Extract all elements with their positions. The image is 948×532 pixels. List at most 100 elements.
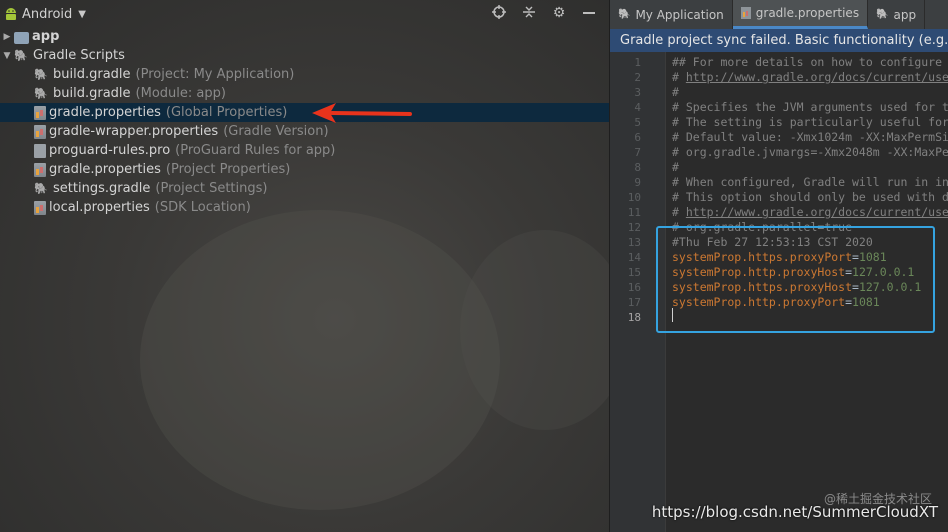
code-line[interactable]: # When configured, Gradle will run in in bbox=[672, 175, 948, 189]
gear-icon[interactable]: ⚙ bbox=[551, 5, 567, 21]
code-token-comment: # This option should only be used with d bbox=[672, 190, 948, 204]
line-number: 7 bbox=[634, 146, 641, 159]
properties-file-icon bbox=[34, 125, 46, 139]
code-token-link: http://www.gradle.org/docs/current/use bbox=[685, 205, 948, 219]
tree-item[interactable]: gradle.properties (Global Properties) bbox=[0, 103, 609, 122]
expand-arrow-icon[interactable]: ▼ bbox=[2, 51, 12, 61]
code-token-comment: # Specifies the JVM arguments used for t bbox=[672, 100, 948, 114]
tree-item-hint: (Global Properties) bbox=[165, 105, 288, 120]
proguard-file-icon bbox=[34, 144, 46, 158]
tree-item[interactable]: 🐘 build.gradle (Project: My Application) bbox=[0, 65, 609, 84]
properties-file-icon bbox=[34, 201, 46, 215]
tree-item-label: gradle-wrapper.properties bbox=[49, 124, 219, 139]
collapse-arrow-icon[interactable]: ▶ bbox=[2, 32, 12, 42]
tree-item-hint: (ProGuard Rules for app) bbox=[175, 143, 336, 158]
line-number: 14 bbox=[627, 251, 641, 264]
gradle-icon: 🐘 bbox=[14, 48, 28, 62]
line-number: 6 bbox=[634, 131, 641, 144]
code-line[interactable]: # bbox=[672, 160, 679, 174]
tree-item[interactable]: gradle.properties (Project Properties) bbox=[0, 160, 609, 179]
line-number: 9 bbox=[634, 176, 641, 189]
collapse-all-icon[interactable] bbox=[521, 5, 537, 21]
line-number: 12 bbox=[627, 221, 641, 234]
gradle-icon: 🐘 bbox=[876, 9, 889, 20]
line-number: 16 bbox=[627, 281, 641, 294]
chevron-down-icon[interactable]: ▼ bbox=[78, 9, 86, 20]
tree-item-hint: (Gradle Version) bbox=[223, 124, 329, 139]
line-number: 15 bbox=[627, 266, 641, 279]
code-line[interactable]: # http://www.gradle.org/docs/current/use bbox=[672, 205, 948, 219]
gradle-icon: 🐘 bbox=[34, 181, 48, 195]
locate-target-icon[interactable] bbox=[491, 5, 507, 21]
tree-item-label: Gradle Scripts bbox=[33, 48, 125, 63]
code-line[interactable]: # Specifies the JVM arguments used for t bbox=[672, 100, 948, 114]
line-number: 10 bbox=[627, 191, 641, 204]
code-token-comment: # bbox=[672, 85, 679, 99]
line-number: 1 bbox=[634, 56, 641, 69]
background-blur bbox=[140, 210, 500, 510]
editor-tab[interactable]: 🐘 My Application bbox=[610, 0, 733, 29]
editor-tab[interactable]: 🐘 app bbox=[868, 0, 926, 29]
url-watermark: https://blog.csdn.net/SummerCloudXT bbox=[651, 503, 938, 521]
line-number: 4 bbox=[634, 101, 641, 114]
annotation-highlight-box bbox=[656, 226, 935, 333]
tree-item-label: app bbox=[32, 29, 60, 44]
line-number: 2 bbox=[634, 71, 641, 84]
line-number: 18 bbox=[627, 311, 641, 324]
tree-item-hint: (Project Properties) bbox=[165, 162, 291, 177]
editor-pane: 🐘 My Application gradle.properties 🐘 app Gra… bbox=[609, 0, 948, 532]
tree-item[interactable]: ▶ app bbox=[0, 27, 609, 46]
tree-item-label: gradle.properties bbox=[49, 105, 161, 120]
tree-item-label: gradle.properties bbox=[49, 162, 161, 177]
code-line[interactable]: ## For more details on how to configure bbox=[672, 55, 942, 69]
tree-item[interactable]: local.properties (SDK Location) bbox=[0, 198, 609, 217]
code-token-comment: ## For more details on how to configure bbox=[672, 55, 943, 69]
code-line[interactable]: # This option should only be used with d bbox=[672, 190, 948, 204]
code-line[interactable]: # Default value: -Xmx1024m -XX:MaxPermSi bbox=[672, 130, 948, 144]
line-number: 3 bbox=[634, 86, 641, 99]
code-line[interactable]: # org.gradle.jvmargs=-Xmx2048m -XX:MaxPe bbox=[672, 145, 948, 159]
code-token-comment: # org.gradle.jvmargs=-Xmx2048m -XX:MaxPe bbox=[672, 145, 948, 159]
code-token-comment: # Default value: -Xmx1024m -XX:MaxPermSi bbox=[672, 130, 948, 144]
line-number: 5 bbox=[634, 116, 641, 129]
tree-item[interactable]: proguard-rules.pro (ProGuard Rules for ap… bbox=[0, 141, 609, 160]
tree-item-hint: (Project Settings) bbox=[155, 181, 268, 196]
code-line[interactable]: # bbox=[672, 85, 679, 99]
code-token-comment: # bbox=[672, 160, 679, 174]
tree-item[interactable]: 🐘 settings.gradle (Project Settings) bbox=[0, 179, 609, 198]
tree-item[interactable]: ▼ 🐘 Gradle Scripts bbox=[0, 46, 609, 65]
tree-item-label: local.properties bbox=[49, 200, 150, 215]
code-token-comment: # The setting is particularly useful for bbox=[672, 115, 948, 129]
tree-item[interactable]: gradle-wrapper.properties (Gradle Version… bbox=[0, 122, 609, 141]
editor-tab[interactable]: gradle.properties bbox=[732, 0, 869, 29]
line-number: 17 bbox=[627, 296, 641, 309]
gradle-icon: 🐘 bbox=[34, 86, 48, 100]
project-view-selector[interactable]: Android bbox=[22, 7, 72, 22]
code-line[interactable]: # http://www.gradle.org/docs/current/use bbox=[672, 70, 948, 84]
gradle-icon: 🐘 bbox=[618, 9, 631, 20]
properties-file-icon bbox=[34, 163, 46, 177]
properties-file-icon bbox=[34, 106, 46, 120]
editor-tab-label: app bbox=[893, 7, 917, 22]
code-token-comment: # When configured, Gradle will run in in bbox=[672, 175, 948, 189]
tree-item-hint: (Module: app) bbox=[135, 86, 226, 101]
project-tool-window: Android ▼ ⚙ ▶ app ▼ 🐘 Gradle Scripts 🐘 build.g… bbox=[0, 0, 609, 532]
sync-banner-text: Gradle project sync failed. Basic functi… bbox=[620, 33, 948, 48]
folder-icon bbox=[14, 31, 29, 44]
annotation-arrow bbox=[312, 103, 412, 123]
code-line[interactable]: # The setting is particularly useful for bbox=[672, 115, 948, 129]
tree-item-label: build.gradle bbox=[53, 67, 131, 82]
android-icon bbox=[6, 8, 16, 20]
line-number: 11 bbox=[627, 206, 641, 219]
editor-tab-label: My Application bbox=[635, 7, 724, 22]
properties-file-icon bbox=[740, 7, 751, 19]
gradle-icon: 🐘 bbox=[34, 67, 48, 81]
tree-item-hint: (SDK Location) bbox=[154, 200, 251, 215]
editor-tab-label: gradle.properties bbox=[755, 6, 860, 20]
tree-item-hint: (Project: My Application) bbox=[135, 67, 295, 82]
tree-item[interactable]: 🐘 build.gradle (Module: app) bbox=[0, 84, 609, 103]
editor-tab-bar: 🐘 My Application gradle.properties 🐘 app bbox=[610, 0, 948, 29]
line-number: 8 bbox=[634, 161, 641, 174]
hide-panel-icon[interactable] bbox=[581, 5, 597, 21]
tree-item-label: proguard-rules.pro bbox=[49, 143, 171, 158]
